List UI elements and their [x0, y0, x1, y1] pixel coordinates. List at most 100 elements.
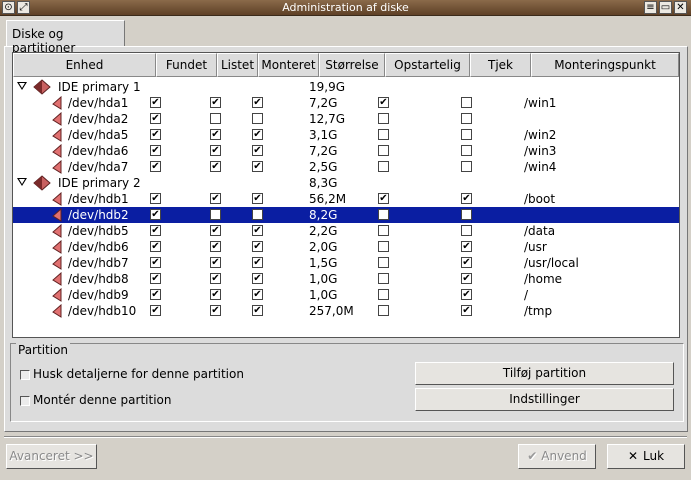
boot-checkbox[interactable] — [378, 145, 389, 156]
title-bar[interactable]: ⊙ ⤢ Administration af diske ≡ ▭ ✕ — [0, 0, 691, 16]
fundet-checkbox[interactable]: ✔ — [150, 273, 161, 284]
listet-checkbox[interactable]: ✔ — [210, 97, 221, 108]
monteret-checkbox[interactable]: ✔ — [252, 193, 263, 204]
tjek-checkbox[interactable]: ✔ — [461, 193, 472, 204]
monteret-checkbox[interactable]: ✔ — [252, 129, 263, 140]
listet-checkbox[interactable]: ✔ — [210, 241, 221, 252]
partition-row[interactable]: /dev/hda7 2,5G ✔ ✔ ✔ /win4 — [13, 159, 679, 175]
monteret-checkbox[interactable]: ✔ — [252, 241, 263, 252]
partition-row[interactable]: /dev/hdb2 8,2G ✔ — [13, 207, 679, 223]
partition-row[interactable]: /dev/hdb10 257,0M ✔ ✔ ✔ ✔ /tmp — [13, 303, 679, 319]
fundet-checkbox[interactable]: ✔ — [150, 129, 161, 140]
boot-checkbox[interactable]: ✔ — [378, 193, 389, 204]
advanced-button[interactable]: Avanceret >> — [6, 444, 97, 469]
monteret-checkbox[interactable] — [252, 113, 263, 124]
restore-icon[interactable]: ▭ — [659, 1, 672, 14]
partition-row[interactable]: /dev/hda6 7,2G ✔ ✔ ✔ /win3 — [13, 143, 679, 159]
monteret-checkbox[interactable]: ✔ — [252, 161, 263, 172]
boot-checkbox[interactable] — [378, 289, 389, 300]
partition-row[interactable]: /dev/hdb5 2,2G ✔ ✔ ✔ /data — [13, 223, 679, 239]
listet-checkbox[interactable]: ✔ — [210, 161, 221, 172]
listet-checkbox[interactable]: ✔ — [210, 273, 221, 284]
boot-checkbox[interactable] — [378, 209, 389, 220]
monteret-checkbox[interactable]: ✔ — [252, 225, 263, 236]
fundet-checkbox[interactable]: ✔ — [150, 113, 161, 124]
monteret-checkbox[interactable]: ✔ — [252, 273, 263, 284]
boot-checkbox[interactable]: ✔ — [378, 97, 389, 108]
partition-tree[interactable]: Enhed Fundet Listet Monteret Størrelse Opstar… — [12, 52, 680, 338]
monteret-checkbox[interactable]: ✔ — [252, 257, 263, 268]
column-header-1[interactable]: Fundet — [156, 53, 217, 77]
boot-checkbox[interactable] — [378, 113, 389, 124]
partition-row[interactable]: /dev/hdb8 1,0G ✔ ✔ ✔ ✔ /home — [13, 271, 679, 287]
fundet-checkbox[interactable]: ✔ — [150, 241, 161, 252]
monteret-checkbox[interactable]: ✔ — [252, 289, 263, 300]
fundet-checkbox[interactable]: ✔ — [150, 225, 161, 236]
tree-group-row[interactable]: IDE primary 1 19,9G — [13, 79, 679, 95]
apply-button[interactable]: ✔ Anvend — [518, 444, 596, 469]
tjek-checkbox[interactable]: ✔ — [461, 289, 472, 300]
column-header-2[interactable]: Listet — [217, 53, 258, 77]
monteret-checkbox[interactable]: ✔ — [252, 97, 263, 108]
mount-partition-checkbox[interactable]: Montér denne partition — [20, 393, 320, 409]
column-header-7[interactable]: Monteringspunkt — [531, 53, 679, 77]
boot-checkbox[interactable] — [378, 273, 389, 284]
close-window-icon[interactable]: ✕ — [674, 1, 687, 14]
column-header-3[interactable]: Monteret — [258, 53, 319, 77]
listet-checkbox[interactable]: ✔ — [210, 129, 221, 140]
close-button[interactable]: ✕ Luk — [607, 444, 685, 469]
tjek-checkbox[interactable] — [461, 97, 472, 108]
boot-checkbox[interactable] — [378, 257, 389, 268]
fundet-checkbox[interactable]: ✔ — [150, 145, 161, 156]
monteret-checkbox[interactable]: ✔ — [252, 145, 263, 156]
add-partition-button[interactable]: Tilføj partition — [415, 362, 674, 385]
boot-checkbox[interactable] — [378, 129, 389, 140]
boot-checkbox[interactable] — [378, 305, 389, 316]
listet-checkbox[interactable]: ✔ — [210, 225, 221, 236]
tree-group-row[interactable]: IDE primary 2 8,3G — [13, 175, 679, 191]
mount-partition-box[interactable] — [20, 396, 30, 406]
fundet-checkbox[interactable]: ✔ — [150, 97, 161, 108]
settings-button[interactable]: Indstillinger — [415, 388, 674, 411]
partition-row[interactable]: /dev/hdb9 1,0G ✔ ✔ ✔ ✔ / — [13, 287, 679, 303]
listet-checkbox[interactable]: ✔ — [210, 145, 221, 156]
shade-icon[interactable]: ≡ — [644, 1, 657, 14]
fundet-checkbox[interactable]: ✔ — [150, 209, 161, 220]
partition-row[interactable]: /dev/hda2 12,7G ✔ — [13, 111, 679, 127]
listet-checkbox[interactable]: ✔ — [210, 305, 221, 316]
column-header-4[interactable]: Størrelse — [319, 53, 385, 77]
fundet-checkbox[interactable]: ✔ — [150, 305, 161, 316]
partition-row[interactable]: /dev/hdb1 56,2M ✔ ✔ ✔ ✔ ✔ /boot — [13, 191, 679, 207]
tjek-checkbox[interactable] — [461, 225, 472, 236]
tjek-checkbox[interactable]: ✔ — [461, 305, 472, 316]
column-header-5[interactable]: Opstartelig — [385, 53, 470, 77]
boot-checkbox[interactable] — [378, 241, 389, 252]
listet-checkbox[interactable]: ✔ — [210, 289, 221, 300]
tjek-checkbox[interactable]: ✔ — [461, 241, 472, 252]
fundet-checkbox[interactable]: ✔ — [150, 289, 161, 300]
boot-checkbox[interactable] — [378, 161, 389, 172]
listet-checkbox[interactable] — [210, 209, 221, 220]
remember-details-checkbox[interactable]: Husk detaljerne for denne partition — [20, 367, 320, 383]
listet-checkbox[interactable]: ✔ — [210, 193, 221, 204]
fundet-checkbox[interactable]: ✔ — [150, 257, 161, 268]
expander-icon[interactable] — [17, 82, 27, 90]
expander-icon[interactable] — [17, 178, 27, 186]
partition-row[interactable]: /dev/hda1 7,2G ✔ ✔ ✔ ✔ /win1 — [13, 95, 679, 111]
partition-row[interactable]: /dev/hdb7 1,5G ✔ ✔ ✔ ✔ /usr/local — [13, 255, 679, 271]
boot-checkbox[interactable] — [378, 225, 389, 236]
partition-row[interactable]: /dev/hda5 3,1G ✔ ✔ ✔ /win2 — [13, 127, 679, 143]
column-header-0[interactable]: Enhed — [13, 53, 156, 77]
monteret-checkbox[interactable] — [252, 209, 263, 220]
tjek-checkbox[interactable] — [461, 161, 472, 172]
column-header-6[interactable]: Tjek — [470, 53, 531, 77]
fundet-checkbox[interactable]: ✔ — [150, 161, 161, 172]
tjek-checkbox[interactable]: ✔ — [461, 257, 472, 268]
tab-disks-partitions[interactable]: Diske og partitioner — [6, 20, 125, 55]
tjek-checkbox[interactable] — [461, 113, 472, 124]
listet-checkbox[interactable] — [210, 113, 221, 124]
fundet-checkbox[interactable]: ✔ — [150, 193, 161, 204]
tjek-checkbox[interactable] — [461, 129, 472, 140]
tjek-checkbox[interactable]: ✔ — [461, 273, 472, 284]
monteret-checkbox[interactable]: ✔ — [252, 305, 263, 316]
